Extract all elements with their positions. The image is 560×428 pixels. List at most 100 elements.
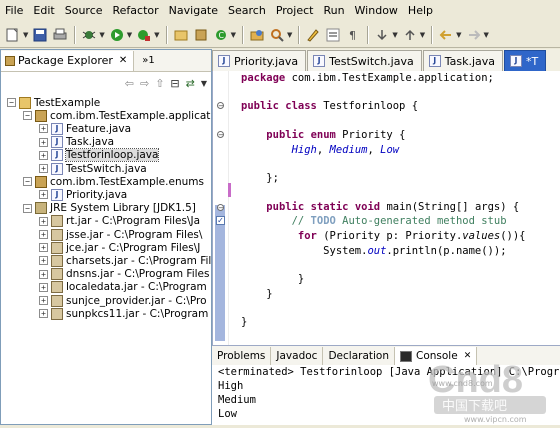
fold-collapse-icon[interactable]: − [217, 102, 224, 110]
new-package-icon[interactable] [193, 27, 209, 43]
menu-help[interactable]: Help [403, 0, 438, 22]
menu-file[interactable]: File [0, 0, 28, 22]
expand-icon[interactable]: + [39, 164, 48, 173]
close-icon[interactable]: ✕ [464, 351, 472, 361]
print-icon[interactable] [52, 27, 68, 43]
tree-item[interactable]: + jsse.jar - C:\Program Files\ [39, 228, 202, 241]
new-class-icon[interactable]: C [213, 27, 229, 43]
tree-item[interactable]: + sunjce_provider.jar - C:\Pro [39, 294, 207, 307]
debug-icon[interactable] [81, 27, 97, 43]
tree-item[interactable]: − TestExample [7, 96, 100, 109]
menu-search[interactable]: Search [223, 0, 271, 22]
search-dropdown-icon[interactable]: ▼ [287, 31, 292, 39]
fold-collapse-icon[interactable]: − [217, 131, 224, 139]
previous-annotation-dropdown-icon[interactable]: ▼ [420, 31, 425, 39]
back-dropdown-icon[interactable]: ▼ [456, 31, 461, 39]
pencil-icon[interactable] [305, 27, 321, 43]
tree-item[interactable]: + sunpkcs11.jar - C:\Program F [39, 307, 211, 320]
expand-icon[interactable]: + [39, 256, 48, 266]
editor-tab[interactable]: J Priority.java [212, 50, 307, 71]
tree-item[interactable]: + charsets.jar - C:\Program Fil [39, 254, 211, 267]
collapse-icon[interactable]: − [23, 111, 32, 121]
run-icon[interactable] [109, 27, 125, 43]
expand-icon[interactable]: + [39, 216, 48, 226]
fold-collapse-icon[interactable]: − [217, 204, 224, 212]
external-tools-dropdown-icon[interactable]: ▼ [154, 31, 159, 39]
tree-item[interactable]: + J Priority.java [39, 188, 127, 201]
next-annotation-icon[interactable] [374, 27, 390, 43]
menu-project[interactable]: Project [271, 0, 319, 22]
editor-tab[interactable]: J TestSwitch.java [307, 50, 422, 71]
expand-icon[interactable]: + [39, 150, 48, 160]
debug-dropdown-icon[interactable]: ▼ [99, 31, 104, 39]
more-views-tab[interactable]: »1 [142, 55, 154, 66]
expand-icon[interactable]: + [39, 124, 48, 134]
tree-item[interactable]: + J TestSwitch.java [39, 162, 147, 175]
tree-item[interactable]: + J Testforinloop.java [39, 148, 160, 163]
forward-icon[interactable]: ⇨ [140, 77, 149, 90]
next-annotation-dropdown-icon[interactable]: ▼ [392, 31, 397, 39]
new-dropdown-icon[interactable]: ▼ [23, 31, 28, 39]
expand-icon[interactable]: + [39, 243, 48, 253]
expand-icon[interactable]: + [39, 282, 48, 292]
open-type-icon[interactable] [249, 27, 265, 43]
menu-navigate[interactable]: Navigate [164, 0, 223, 22]
expand-icon[interactable]: + [39, 190, 48, 200]
java-editor[interactable]: − − − ✓ package com.ibm.TestExample.appl… [212, 71, 560, 345]
run-dropdown-icon[interactable]: ▼ [127, 31, 132, 39]
editor-tab[interactable]: J *T [504, 50, 547, 71]
search-icon[interactable] [269, 27, 285, 43]
link-with-editor-icon[interactable]: ⇄ [186, 77, 195, 90]
collapse-icon[interactable]: − [23, 177, 32, 187]
collapse-all-icon[interactable]: ⊟ [170, 77, 179, 90]
external-tools-icon[interactable] [136, 27, 152, 43]
expand-icon[interactable]: + [39, 309, 48, 319]
show-whitespace-icon[interactable]: ¶ [345, 27, 361, 43]
tree-item[interactable]: − com.ibm.TestExample.enums [23, 175, 204, 188]
menu-refactor[interactable]: Refactor [108, 0, 164, 22]
console-area-tab-label: Javadoc [276, 350, 318, 362]
new-java-project-icon[interactable] [173, 27, 189, 43]
new-icon[interactable] [5, 27, 21, 43]
menu-source[interactable]: Source [60, 0, 108, 22]
tree-item[interactable]: − com.ibm.TestExample.application [23, 109, 211, 122]
tree-item[interactable]: + jce.jar - C:\Program Files\J [39, 241, 200, 254]
menu-run[interactable]: Run [318, 0, 349, 22]
package-explorer-tab[interactable]: Package Explorer ✕ [1, 50, 135, 71]
up-icon[interactable]: ⇧ [155, 77, 164, 90]
editor-tab[interactable]: J Task.java [422, 50, 504, 71]
expand-icon[interactable]: + [39, 137, 48, 147]
tree-item[interactable]: + J Feature.java [39, 122, 131, 135]
console-area-tab[interactable]: Declaration [323, 346, 395, 366]
forward-dropdown-icon[interactable]: ▼ [484, 31, 489, 39]
expand-icon[interactable]: + [39, 230, 48, 239]
console-area-tab[interactable]: Javadoc [271, 346, 324, 366]
expand-icon[interactable]: + [39, 296, 48, 305]
mark-occurrences-icon[interactable] [325, 27, 341, 43]
new-class-dropdown-icon[interactable]: ▼ [231, 31, 236, 39]
menu-window[interactable]: Window [350, 0, 403, 22]
tree-item[interactable]: + dnsns.jar - C:\Program Files [39, 268, 209, 281]
save-icon[interactable] [32, 27, 48, 43]
forward-icon[interactable] [466, 27, 482, 43]
tree-item[interactable]: + localedata.jar - C:\Program [39, 281, 207, 294]
collapse-icon[interactable]: − [7, 98, 16, 107]
back-icon[interactable] [438, 27, 454, 43]
menu-edit[interactable]: Edit [28, 0, 59, 22]
editor-tab-label: *T [526, 54, 539, 68]
console-area-tab[interactable]: Problems [212, 346, 272, 366]
tree-item[interactable]: − JRE System Library [JDK1.5] [23, 202, 196, 215]
task-marker-icon[interactable]: ✓ [216, 216, 225, 225]
back-icon[interactable]: ⇦ [125, 77, 134, 90]
collapse-icon[interactable]: − [23, 203, 32, 213]
console-view[interactable]: <terminated> Testforinloop [Java Applica… [212, 365, 560, 425]
code-line: System.out.println(p.name()); [241, 245, 507, 257]
tree-item-label: Feature.java [66, 122, 132, 135]
tree-item[interactable]: + J Task.java [39, 136, 114, 149]
previous-annotation-icon[interactable] [402, 27, 418, 43]
tree-item[interactable]: + rt.jar - C:\Program Files\Ja [39, 215, 200, 228]
view-menu-icon[interactable]: ▼ [201, 79, 207, 88]
expand-icon[interactable]: + [39, 269, 48, 279]
close-icon[interactable]: ✕ [119, 55, 127, 66]
console-area-tab[interactable]: Console ✕ [395, 346, 478, 366]
